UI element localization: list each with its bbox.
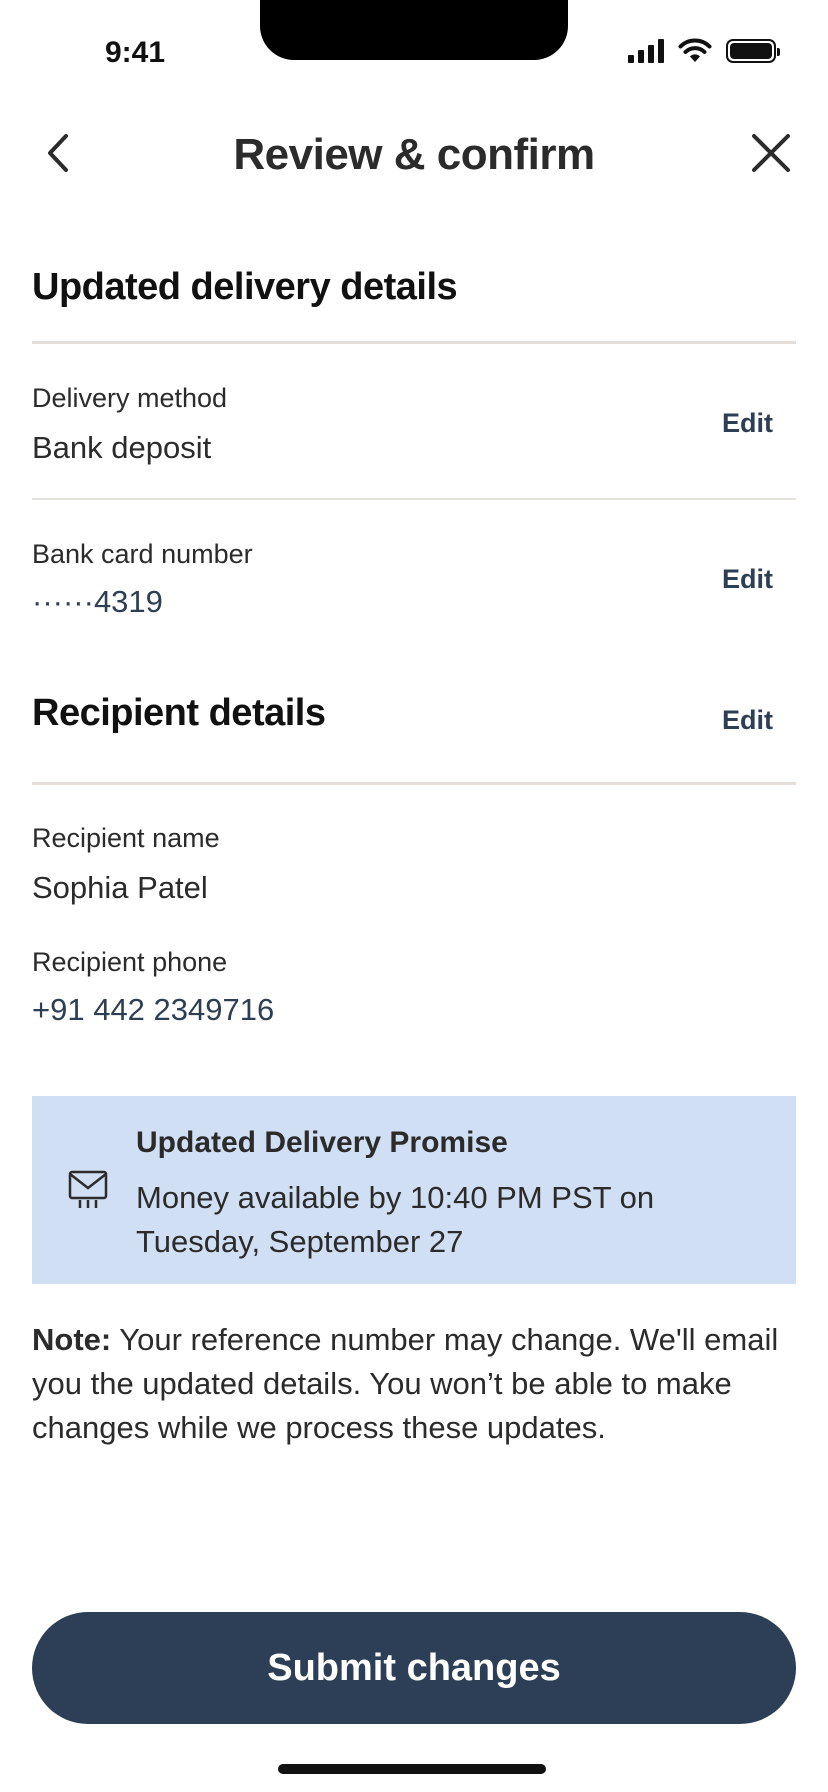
section-divider bbox=[32, 341, 796, 344]
signal-icon bbox=[628, 39, 664, 63]
note-text: Note: Your reference number may change. … bbox=[32, 1318, 802, 1450]
status-icons bbox=[628, 38, 780, 64]
home-indicator bbox=[278, 1764, 546, 1774]
screen: 9:41 Review & confirm Updated delivery d… bbox=[0, 0, 828, 1792]
wifi-icon bbox=[678, 38, 712, 62]
edit-bank-card-button[interactable]: Edit bbox=[722, 564, 773, 595]
submit-changes-button[interactable]: Submit changes bbox=[32, 1612, 796, 1724]
device-notch bbox=[260, 0, 568, 60]
delivery-section-title: Updated delivery details bbox=[32, 266, 458, 308]
note-label: Note: bbox=[32, 1322, 112, 1357]
status-time: 9:41 bbox=[105, 36, 166, 69]
recipient-section-title: Recipient details bbox=[32, 692, 326, 734]
header: Review & confirm bbox=[0, 110, 828, 190]
recipient-name-label: Recipient name bbox=[32, 823, 220, 853]
row-divider bbox=[32, 498, 796, 500]
section-divider bbox=[32, 782, 796, 785]
bank-card-value: ······4319 bbox=[32, 584, 163, 619]
recipient-phone-value: +91 442 2349716 bbox=[32, 992, 275, 1027]
edit-recipient-button[interactable]: Edit bbox=[722, 705, 773, 736]
envelope-icon bbox=[68, 1170, 108, 1208]
battery-icon bbox=[726, 39, 780, 63]
delivery-method-value: Bank deposit bbox=[32, 430, 212, 465]
close-button[interactable] bbox=[746, 128, 796, 178]
bank-card-label: Bank card number bbox=[32, 539, 253, 569]
promise-text: Money available by 10:40 PM PST on Tuesd… bbox=[136, 1180, 655, 1259]
note-body: Your reference number may change. We'll … bbox=[32, 1322, 779, 1445]
recipient-name-value: Sophia Patel bbox=[32, 870, 208, 905]
edit-delivery-method-button[interactable]: Edit bbox=[722, 408, 773, 439]
close-icon bbox=[752, 134, 790, 172]
recipient-phone-label: Recipient phone bbox=[32, 947, 228, 977]
promise-title: Updated Delivery Promise bbox=[136, 1126, 508, 1159]
delivery-promise-banner: Updated Delivery Promise Money available… bbox=[32, 1096, 796, 1284]
page-title: Review & confirm bbox=[233, 130, 595, 179]
delivery-method-label: Delivery method bbox=[32, 383, 228, 413]
